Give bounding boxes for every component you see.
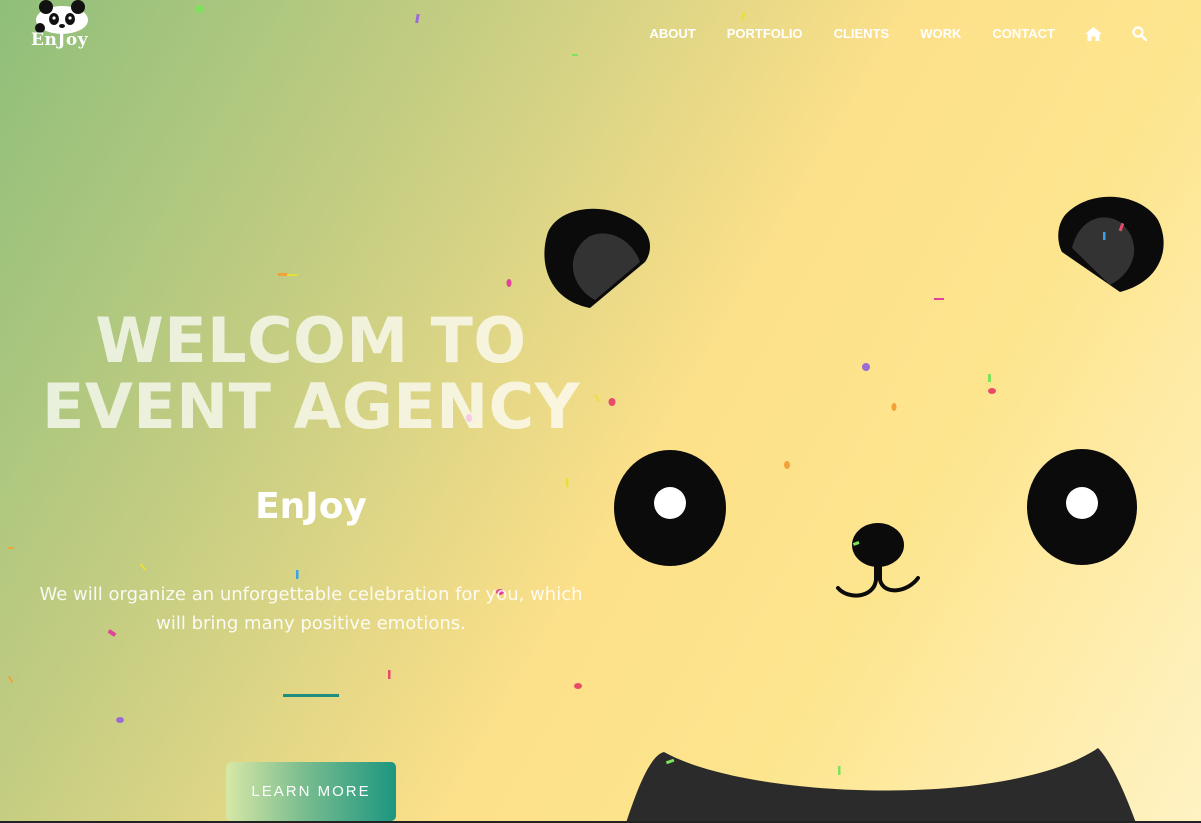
nav-item-work[interactable]: WORK (920, 26, 961, 41)
search-icon[interactable] (1132, 26, 1148, 41)
panda-nose (836, 523, 920, 598)
home-icon[interactable] (1085, 26, 1103, 41)
hero-headline-line2: EVENT AGENCY (42, 370, 580, 443)
nav-item-portfolio[interactable]: PORTFOLIO (727, 26, 803, 41)
nav-item-about[interactable]: ABOUT (650, 26, 696, 41)
panda-right-eye (1027, 449, 1137, 565)
brand-logo[interactable]: EnJoy (28, 0, 98, 56)
learn-more-button[interactable]: LEARN MORE (226, 762, 396, 821)
panda-right-ear (1058, 196, 1164, 292)
hero-subtitle: EnJoy (255, 486, 367, 527)
panda-left-eye (614, 450, 726, 566)
nav-item-clients[interactable]: CLIENTS (834, 26, 890, 41)
panda-logo-icon (35, 0, 88, 34)
hero-tagline: We will organize an unforgettable celebr… (39, 584, 583, 634)
hero-divider (283, 694, 339, 697)
hero-headline-line1: WELCOM TO (95, 304, 527, 377)
main-nav: ABOUT PORTFOLIO CLIENTS WORK CONTACT (634, 26, 1162, 41)
panda-body (626, 748, 1136, 823)
nav-item-contact[interactable]: CONTACT (992, 26, 1055, 41)
hero-headline: WELCOM TO EVENT AGENCY (0, 308, 622, 440)
brand-logo-text: EnJoy (31, 30, 89, 50)
panda-left-ear (544, 208, 650, 308)
